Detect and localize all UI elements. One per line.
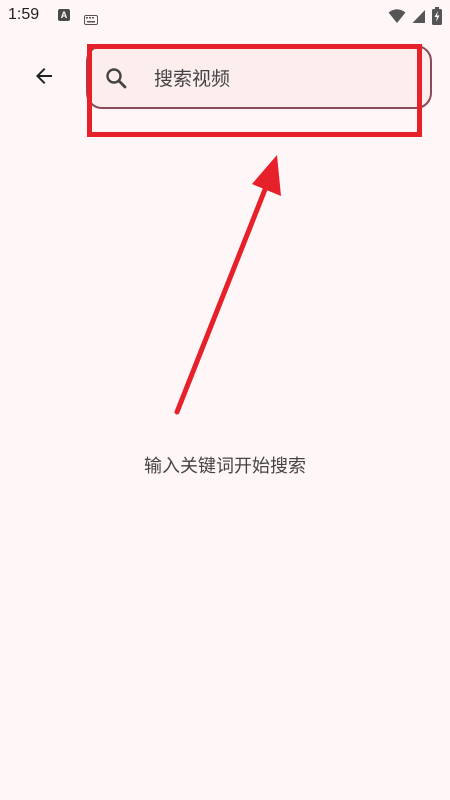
annotation-arrow [174, 155, 281, 415]
empty-state-hint: 输入关键词开始搜索 [144, 456, 306, 477]
